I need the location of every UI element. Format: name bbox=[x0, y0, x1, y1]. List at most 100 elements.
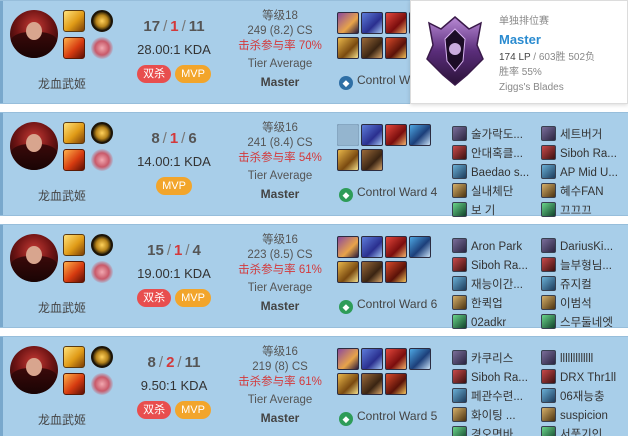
item-icon[interactable] bbox=[337, 37, 359, 59]
item-icon[interactable] bbox=[385, 37, 407, 59]
item-icon[interactable] bbox=[361, 236, 383, 258]
champion-portrait[interactable] bbox=[10, 122, 58, 170]
master-emblem-icon bbox=[426, 16, 484, 86]
player-champion-icon bbox=[541, 164, 556, 179]
player-name[interactable]: 한퀵업 bbox=[471, 298, 503, 310]
player-name[interactable]: 술가락도... bbox=[471, 129, 523, 141]
player-name[interactable]: 세트버거 bbox=[560, 129, 602, 141]
player-entry[interactable]: 페관수련... bbox=[452, 388, 544, 406]
champion-portrait[interactable] bbox=[10, 346, 58, 394]
player-entry[interactable]: 실내체단 bbox=[452, 183, 544, 201]
item-icon[interactable] bbox=[385, 236, 407, 258]
player-entry[interactable]: 안대혹클... bbox=[452, 145, 544, 163]
item-icon[interactable] bbox=[385, 12, 407, 34]
player-name[interactable]: Siboh Ra... bbox=[471, 372, 528, 384]
player-name[interactable]: 페관수련... bbox=[471, 391, 523, 403]
kda-score: 17/1/11 bbox=[143, 18, 205, 35]
player-champion-icon bbox=[452, 164, 467, 179]
player-entry[interactable]: AP Mid U... bbox=[541, 164, 628, 182]
player-entry[interactable]: 화이팅 ... bbox=[452, 407, 544, 425]
player-name[interactable]: 끄끄끄 bbox=[560, 205, 592, 217]
kda-score: 8/1/6 bbox=[151, 130, 197, 147]
player-name[interactable]: suspicion bbox=[560, 410, 608, 422]
player-entry[interactable]: 이범석 bbox=[541, 295, 628, 313]
player-entry[interactable]: 보 기 bbox=[452, 202, 544, 220]
player-entry[interactable]: DariusKi... bbox=[541, 238, 628, 256]
player-entry[interactable]: 세트버거 bbox=[541, 126, 628, 144]
player-name[interactable]: 02adkr bbox=[471, 317, 506, 329]
player-name[interactable]: 화이팅 ... bbox=[471, 410, 516, 422]
item-icon[interactable] bbox=[337, 261, 359, 283]
item-icon[interactable] bbox=[337, 373, 359, 395]
player-name[interactable]: DRX Thr1ll bbox=[560, 372, 616, 384]
item-icon[interactable] bbox=[337, 149, 359, 171]
player-entry[interactable]: Siboh Ra... bbox=[452, 369, 544, 387]
item-icon[interactable] bbox=[337, 124, 359, 146]
match-row[interactable]: 龙血武姬 8/2/11 9.50:1 KDA 双杀 MVP 等级16 219 (8) CS 击… bbox=[0, 336, 628, 436]
player-name[interactable]: 보 기 bbox=[471, 205, 495, 217]
player-name[interactable]: 안대혹클... bbox=[471, 148, 523, 160]
player-name[interactable]: 06재능충 bbox=[560, 391, 605, 403]
trinket-icon[interactable] bbox=[409, 236, 431, 258]
player-name[interactable]: Aron Park bbox=[471, 241, 522, 253]
player-entry[interactable]: 서풋기인 bbox=[541, 426, 628, 436]
champion-name: 龙血武姬 bbox=[38, 301, 87, 315]
player-name[interactable]: 이범석 bbox=[560, 298, 592, 310]
player-name[interactable]: Siboh Ra... bbox=[560, 148, 617, 160]
item-icon[interactable] bbox=[385, 261, 407, 283]
item-icon[interactable] bbox=[337, 348, 359, 370]
item-icon[interactable] bbox=[337, 12, 359, 34]
player-entry[interactable]: lllllllllllll bbox=[541, 350, 628, 368]
player-entry[interactable]: 재능이간... bbox=[452, 276, 544, 294]
trinket-icon[interactable] bbox=[409, 124, 431, 146]
item-icon[interactable] bbox=[361, 124, 383, 146]
item-icon[interactable] bbox=[361, 373, 383, 395]
player-entry[interactable]: 경오면바... bbox=[452, 426, 544, 436]
player-name[interactable]: 쥬지컬 bbox=[560, 279, 592, 291]
item-icon[interactable] bbox=[361, 149, 383, 171]
player-name[interactable]: 스무둘네엣 bbox=[560, 317, 613, 329]
player-name[interactable]: Siboh Ra... bbox=[471, 260, 528, 272]
player-entry[interactable]: 끄끄끄 bbox=[541, 202, 628, 220]
item-icon[interactable] bbox=[361, 37, 383, 59]
player-entry[interactable]: 한퀵업 bbox=[452, 295, 544, 313]
item-icon[interactable] bbox=[361, 261, 383, 283]
player-name[interactable]: 혜수FAN bbox=[560, 186, 604, 198]
player-entry[interactable]: 카쿠리스 bbox=[452, 350, 544, 368]
player-entry[interactable]: DRX Thr1ll bbox=[541, 369, 628, 387]
trinket-icon[interactable] bbox=[409, 348, 431, 370]
player-entry[interactable]: 혜수FAN bbox=[541, 183, 628, 201]
match-row[interactable]: 龙血武姬 15/1/4 19.00:1 KDA 双杀 MVP 等级16 223 (8.5) … bbox=[0, 224, 628, 329]
player-entry[interactable]: 스무둘네엣 bbox=[541, 314, 628, 332]
player-name[interactable]: 재능이간... bbox=[471, 279, 523, 291]
item-icon[interactable] bbox=[361, 348, 383, 370]
player-name[interactable]: lllllllllllll bbox=[560, 353, 593, 365]
item-icon[interactable] bbox=[385, 373, 407, 395]
champion-portrait[interactable] bbox=[10, 10, 58, 58]
player-entry[interactable]: 06재능충 bbox=[541, 388, 628, 406]
item-icon[interactable] bbox=[337, 236, 359, 258]
player-entry[interactable]: 술가락도... bbox=[452, 126, 544, 144]
player-entry[interactable]: suspicion bbox=[541, 407, 628, 425]
player-name[interactable]: 경오면바... bbox=[471, 429, 523, 436]
player-name[interactable]: Baedao s... bbox=[471, 167, 529, 179]
match-row[interactable]: 龙血武姬 8/1/6 14.00:1 KDA MVP 等级16 241 (8.4) CS 击… bbox=[0, 112, 628, 217]
player-entry[interactable]: Siboh Ra... bbox=[541, 145, 628, 163]
champion-portrait[interactable] bbox=[10, 234, 58, 282]
player-name[interactable]: 서풋기인 bbox=[560, 429, 602, 436]
player-entry[interactable]: Baedao s... bbox=[452, 164, 544, 182]
player-entry[interactable]: 02adkr bbox=[452, 314, 544, 332]
item-icon[interactable] bbox=[385, 124, 407, 146]
player-name[interactable]: DariusKi... bbox=[560, 241, 613, 253]
player-name[interactable]: 늘부형님... bbox=[560, 260, 612, 272]
player-entry[interactable]: 쥬지컬 bbox=[541, 276, 628, 294]
player-entry[interactable]: Siboh Ra... bbox=[452, 257, 544, 275]
player-entry[interactable]: Aron Park bbox=[452, 238, 544, 256]
item-icon[interactable] bbox=[361, 12, 383, 34]
ignite-spell-icon bbox=[63, 149, 85, 171]
item-icon[interactable] bbox=[385, 348, 407, 370]
player-name[interactable]: 카쿠리스 bbox=[471, 353, 513, 365]
player-entry[interactable]: 늘부형님... bbox=[541, 257, 628, 275]
player-name[interactable]: AP Mid U... bbox=[560, 167, 618, 179]
player-name[interactable]: 실내체단 bbox=[471, 186, 513, 198]
